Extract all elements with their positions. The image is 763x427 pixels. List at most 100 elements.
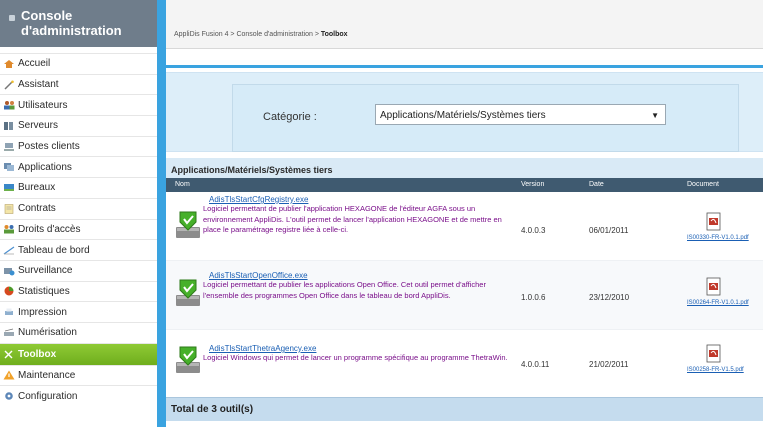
access-rights-icon — [3, 224, 15, 234]
sidebar-item-numerisation[interactable]: Numérisation — [0, 321, 157, 343]
tool-version: 1.0.0.6 — [521, 293, 546, 302]
sidebar-item-impression[interactable]: Impression — [0, 301, 157, 322]
sidebar-item-postes-clients[interactable]: Postes clients — [0, 135, 157, 157]
sidebar-item-label: Accueil — [18, 58, 51, 70]
document-link[interactable]: IS00264-FR-V1.0.1.pdf — [687, 300, 749, 306]
applications-icon — [3, 162, 15, 172]
document-link[interactable]: IS00330-FR-V1.0.1.pdf — [687, 235, 749, 241]
warning-icon — [3, 370, 15, 380]
home-icon — [3, 59, 15, 69]
breadcrumb: AppliDis Fusion 4 > Console d'administra… — [174, 31, 348, 38]
tool-link[interactable]: AdisTlsStartThetraAgency.exe — [209, 344, 316, 353]
sidebar-item-label: Maintenance — [18, 369, 76, 381]
breadcrumb-current: Toolbox — [320, 31, 348, 38]
sidebar-item-label: Utilisateurs — [18, 99, 68, 111]
sidebar-item-serveurs[interactable]: Serveurs — [0, 115, 157, 136]
sidebar-item-label: Impression — [18, 306, 67, 318]
tool-link[interactable]: AdisTlsStartOpenOffice.exe — [209, 271, 308, 280]
tool-date: 21/02/2011 — [589, 360, 629, 369]
sidebar-item-label: Toolbox — [18, 348, 57, 360]
desktop-icon — [3, 183, 15, 193]
sidebar-item-label: Droits d'accès — [18, 223, 81, 235]
sidebar-item-toolbox[interactable]: Toolbox — [0, 342, 157, 365]
server-icon — [3, 121, 15, 131]
tool-description: Logiciel Windows qui permet de lancer un… — [203, 353, 508, 362]
sidebar-item-statistiques[interactable]: Statistiques — [0, 280, 157, 302]
sidebar-item-surveillance[interactable]: Surveillance — [0, 259, 157, 281]
sidebar-item-label: Tableau de bord — [18, 244, 90, 256]
tool-date: 23/12/2010 — [589, 293, 630, 302]
sidebar-item-utilisateurs[interactable]: Utilisateurs — [0, 94, 157, 115]
column-name-header[interactable]: Nom — [175, 181, 190, 188]
gear-icon — [3, 391, 15, 401]
table-header: Nom Version Date Document — [166, 178, 763, 192]
workstation-icon — [3, 142, 15, 152]
pdf-icon[interactable] — [705, 344, 723, 364]
sidebar-title: Console d'administration — [21, 8, 122, 38]
scanner-icon — [3, 328, 15, 338]
category-label: Catégorie : — [263, 111, 317, 123]
sidebar-item-label: Postes clients — [18, 141, 80, 153]
breadcrumb-path[interactable]: AppliDis Fusion 4 > Console d'administra… — [174, 31, 321, 38]
column-document-header[interactable]: Document — [687, 181, 719, 188]
sidebar-item-label: Statistiques — [18, 285, 70, 297]
results-title: Applications/Matériels/Systèmes tiers — [166, 158, 763, 178]
sidebar-item-label: Contrats — [18, 203, 56, 215]
sidebar-item-bureaux[interactable]: Bureaux — [0, 177, 157, 198]
printer-icon — [3, 307, 15, 317]
sidebar-item-assistant[interactable]: Assistant — [0, 73, 157, 95]
document-link[interactable]: IS00258-FR-V1.5.pdf — [687, 367, 744, 373]
tool-description: Logiciel permettant de publier l'applica… — [203, 204, 502, 234]
sidebar-item-label: Serveurs — [18, 120, 59, 132]
sidebar-item-contrats[interactable]: Contrats — [0, 197, 157, 219]
table-row: AdisTlsStartThetraAgency.exe Logiciel Wi… — [166, 330, 763, 399]
sidebar-item-label: Assistant — [18, 79, 59, 91]
installer-icon — [175, 210, 201, 240]
filter-panel: Catégorie : Applications/Matériels/Systè… — [166, 72, 763, 152]
sidebar-item-label: Surveillance — [18, 265, 73, 277]
sidebar-item-label: Configuration — [18, 390, 78, 402]
sidebar-item-droits-acces[interactable]: Droits d'accès — [0, 218, 157, 240]
tool-version: 4.0.0.11 — [521, 360, 550, 369]
pdf-icon[interactable] — [705, 212, 723, 232]
sidebar-item-configuration[interactable]: Configuration — [0, 385, 157, 406]
pdf-icon[interactable] — [705, 277, 723, 297]
header-bar: AppliDis Fusion 4 > Console d'administra… — [166, 0, 763, 49]
results-panel: Applications/Matériels/Systèmes tiers No… — [166, 158, 763, 399]
sidebar: Console d'administration Accueil Assista… — [0, 0, 157, 427]
sidebar-item-maintenance[interactable]: Maintenance — [0, 364, 157, 386]
sidebar-item-label: Applications — [18, 161, 72, 173]
sidebar-item-label: Numérisation — [18, 327, 77, 339]
contract-icon — [3, 203, 15, 214]
sidebar-item-tableau-de-bord[interactable]: Tableau de bord — [0, 239, 157, 260]
users-icon — [3, 100, 15, 110]
tool-description: Logiciel permettant de publier les appli… — [203, 280, 486, 300]
dashboard-icon — [3, 245, 15, 255]
bullet-icon — [9, 15, 15, 21]
sidebar-item-applications[interactable]: Applications — [0, 156, 157, 177]
dropdown-arrow-icon[interactable]: ▼ — [651, 105, 659, 126]
category-select[interactable]: Applications/Matériels/Systèmes tiers ▼ — [375, 104, 666, 125]
header-accent-bar — [166, 65, 763, 68]
chart-icon — [3, 286, 15, 296]
table-row: AdisTlsStartOpenOffice.exe Logiciel perm… — [166, 261, 763, 330]
tool-version: 4.0.0.3 — [521, 226, 546, 235]
sidebar-item-accueil[interactable]: Accueil — [0, 53, 157, 74]
sidebar-divider — [157, 0, 166, 427]
tool-date: 06/01/2011 — [589, 226, 629, 235]
installer-icon — [175, 278, 201, 308]
column-version-header[interactable]: Version — [521, 181, 544, 188]
sidebar-header: Console d'administration — [0, 0, 157, 47]
filter-box: Catégorie : Applications/Matériels/Systè… — [232, 84, 739, 152]
wand-icon — [3, 80, 15, 90]
tool-link[interactable]: AdisTlsStartCfgRegistry.exe — [209, 195, 308, 204]
sidebar-item-label: Bureaux — [18, 182, 56, 194]
installer-icon — [175, 345, 201, 375]
toolbox-icon — [3, 349, 15, 359]
column-date-header[interactable]: Date — [589, 181, 604, 188]
table-row: AdisTlsStartCfgRegistry.exe Logiciel per… — [166, 192, 763, 261]
main-content: AppliDis Fusion 4 > Console d'administra… — [166, 0, 763, 427]
category-selected-value: Applications/Matériels/Systèmes tiers — [380, 110, 546, 121]
monitoring-icon — [3, 266, 15, 276]
total-count: Total de 3 outil(s) — [166, 397, 763, 421]
